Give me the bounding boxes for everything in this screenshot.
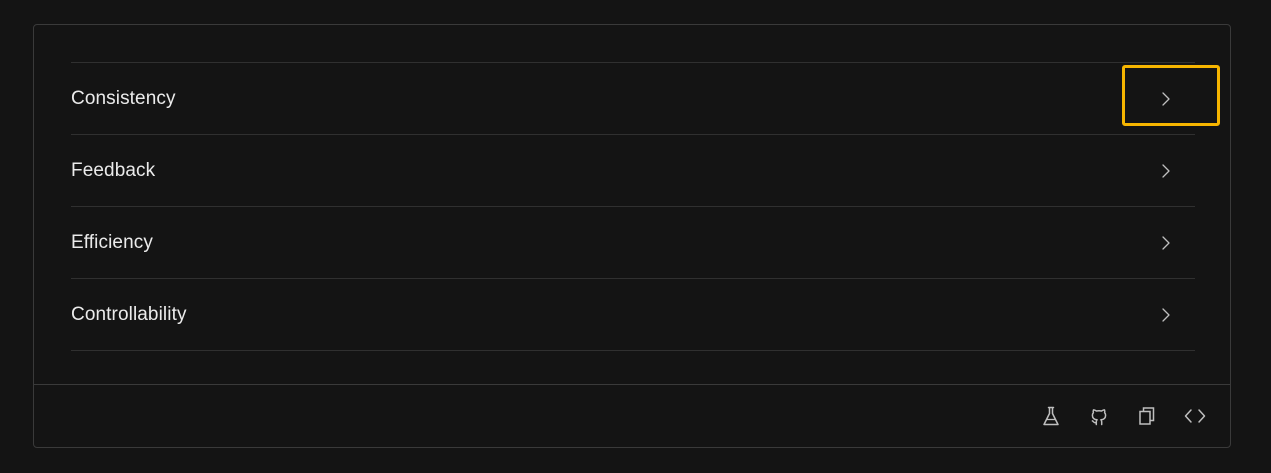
chevron-right-icon[interactable] [1159,89,1173,109]
copy-icon[interactable] [1135,404,1159,428]
chevron-right-icon[interactable] [1159,233,1173,253]
code-icon[interactable] [1183,404,1207,428]
collapse-item-efficiency[interactable]: Efficiency [71,207,1195,279]
chevron-right-icon[interactable] [1159,161,1173,181]
footer-actions [1039,385,1207,447]
collapse-card: Consistency Feedback Efficiency Controll… [33,24,1231,448]
chevron-right-icon[interactable] [1159,305,1173,325]
card-footer [34,384,1230,447]
collapse-item-label: Feedback [71,159,156,181]
collapse-item-label: Efficiency [71,231,153,253]
beaker-icon[interactable] [1039,404,1063,428]
github-icon[interactable] [1087,404,1111,428]
collapse-item-consistency[interactable]: Consistency [71,63,1220,135]
collapse-item-label: Controllability [71,303,187,325]
collapse-item-label: Consistency [71,87,176,109]
collapse-item-controllability[interactable]: Controllability [71,279,1195,351]
collapse-panel: Consistency Feedback Efficiency Controll… [71,62,1220,351]
collapse-item-feedback[interactable]: Feedback [71,135,1195,207]
